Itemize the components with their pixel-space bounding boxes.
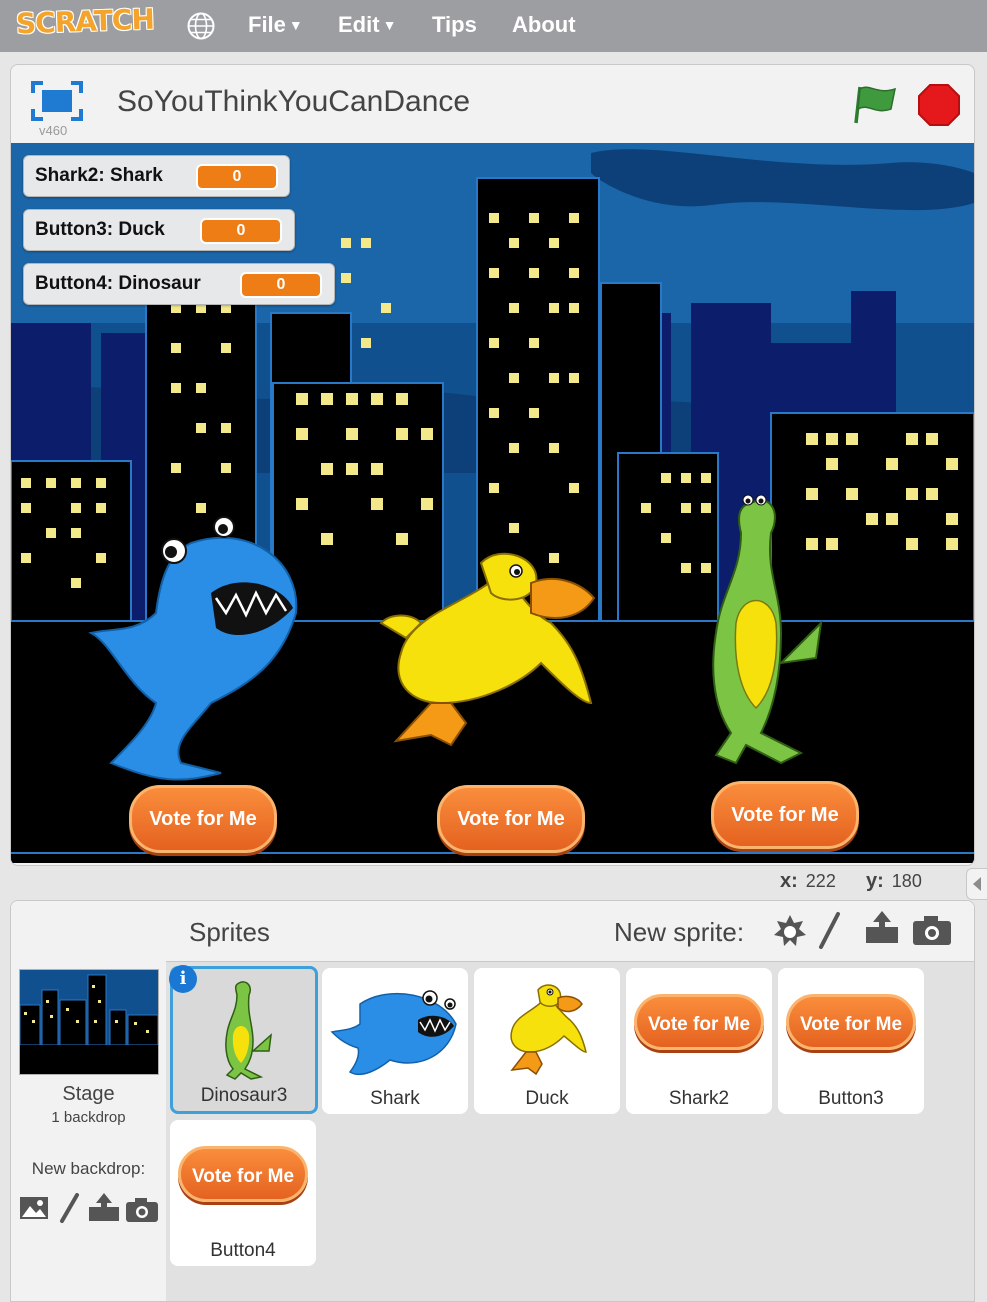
vote-button-duck[interactable]: Vote for Me	[437, 785, 585, 853]
sprite-tile-duck[interactable]: Duck	[474, 968, 620, 1114]
vote-button-dinosaur[interactable]: Vote for Me	[711, 781, 859, 849]
fullscreen-icon[interactable]	[31, 81, 83, 121]
project-title[interactable]: SoYouThinkYouCanDance	[117, 85, 470, 119]
sprite-name: Button4	[210, 1240, 276, 1261]
sprite-tile-shark[interactable]: Shark	[322, 968, 468, 1114]
stage-panel: v460 SoYouThinkYouCanDance Shark2: Shark…	[10, 64, 975, 866]
scratch-logo[interactable]: SCRATCH	[15, 3, 154, 41]
monitor-label: Button3: Duck	[35, 219, 165, 240]
sprite-library-icon[interactable]	[772, 913, 808, 949]
x-label: x:	[780, 870, 798, 892]
monitor-value: 0	[200, 218, 282, 244]
city-backdrop	[11, 143, 974, 863]
image-library-icon[interactable]	[19, 1195, 49, 1221]
shark-thumbnail	[330, 990, 457, 1076]
camera-icon[interactable]	[125, 1197, 159, 1223]
upload-icon[interactable]	[864, 909, 900, 945]
sprite-tile-button3[interactable]: Vote for Me Button3	[778, 968, 924, 1114]
new-sprite-label: New sprite:	[614, 917, 745, 947]
mouse-coordinates: x: 222	[780, 870, 836, 893]
chevron-down-icon: ▼	[288, 17, 303, 33]
sprite-list: i Dinosaur3 Shark Duck Vote for Me Shark…	[166, 962, 974, 1301]
vote-button-thumbnail: Vote for Me	[634, 994, 764, 1050]
monitor-label: Shark2: Shark	[35, 165, 163, 186]
sprite-name: Duck	[525, 1088, 569, 1109]
globe-icon[interactable]	[186, 11, 216, 41]
stop-icon[interactable]	[917, 83, 961, 127]
variable-monitor[interactable]: Button3: Duck 0	[23, 209, 295, 251]
monitor-label: Button4: Dinosaur	[35, 273, 201, 294]
duck-thumbnail	[510, 984, 587, 1076]
sprite-tile-dinosaur3[interactable]: i Dinosaur3	[169, 965, 318, 1114]
variable-monitor[interactable]: Shark2: Shark 0	[23, 155, 290, 197]
menu-bar: SCRATCH File ▼ Edit ▼ Tips About	[0, 0, 987, 52]
chevron-down-icon: ▼	[382, 17, 397, 33]
edit-menu[interactable]: Edit ▼	[338, 12, 396, 38]
new-backdrop-label: New backdrop:	[31, 1159, 146, 1178]
sprites-panel: Stage 1 backdrop New backdrop: Sprites N…	[10, 900, 975, 1302]
sprite-name: Button3	[818, 1088, 884, 1109]
tips-menu[interactable]: Tips	[432, 12, 477, 38]
camera-icon[interactable]	[912, 915, 952, 947]
paint-brush-icon[interactable]	[57, 1193, 81, 1225]
paint-brush-icon[interactable]	[816, 911, 842, 951]
sprite-tile-button4[interactable]: Vote for Me Button4	[170, 1120, 316, 1266]
chevron-left-icon	[973, 877, 981, 891]
monitor-value: 0	[240, 272, 322, 298]
x-value: 222	[805, 871, 836, 891]
stage-thumbnail[interactable]	[19, 969, 159, 1075]
vote-button-thumbnail: Vote for Me	[178, 1146, 308, 1202]
mouse-coordinates-y: y: 180	[866, 870, 922, 893]
sprites-header: Sprites New sprite:	[166, 901, 974, 962]
monitor-value: 0	[196, 164, 278, 190]
sprite-name: Shark2	[668, 1088, 730, 1109]
green-flag-icon[interactable]	[853, 83, 899, 127]
vote-button-shark[interactable]: Vote for Me	[129, 785, 277, 853]
upload-icon[interactable]	[87, 1191, 121, 1223]
file-menu[interactable]: File ▼	[248, 12, 303, 38]
variable-monitor[interactable]: Button4: Dinosaur 0	[23, 263, 335, 305]
stage-label: Stage	[62, 1083, 115, 1105]
vote-button-thumbnail: Vote for Me	[786, 994, 916, 1050]
sprite-name: Shark	[370, 1088, 420, 1109]
sprite-name: Dinosaur3	[200, 1085, 288, 1106]
collapse-tab[interactable]	[966, 868, 987, 900]
y-value: 180	[891, 871, 922, 891]
backdrop-count: 1 backdrop	[51, 1109, 126, 1126]
about-menu[interactable]: About	[512, 12, 576, 38]
city-thumbnail-image	[20, 970, 158, 1074]
stage-canvas[interactable]: Shark2: Shark 0 Button3: Duck 0 Button4:…	[11, 143, 974, 863]
stage-column: Stage 1 backdrop New backdrop:	[11, 901, 167, 1301]
dinosaur-thumbnail	[225, 981, 272, 1080]
sprites-title: Sprites	[189, 917, 270, 947]
version-label: v460	[39, 123, 68, 138]
sprite-tile-shark2[interactable]: Vote for Me Shark2	[626, 968, 772, 1114]
y-label: y:	[866, 870, 884, 892]
